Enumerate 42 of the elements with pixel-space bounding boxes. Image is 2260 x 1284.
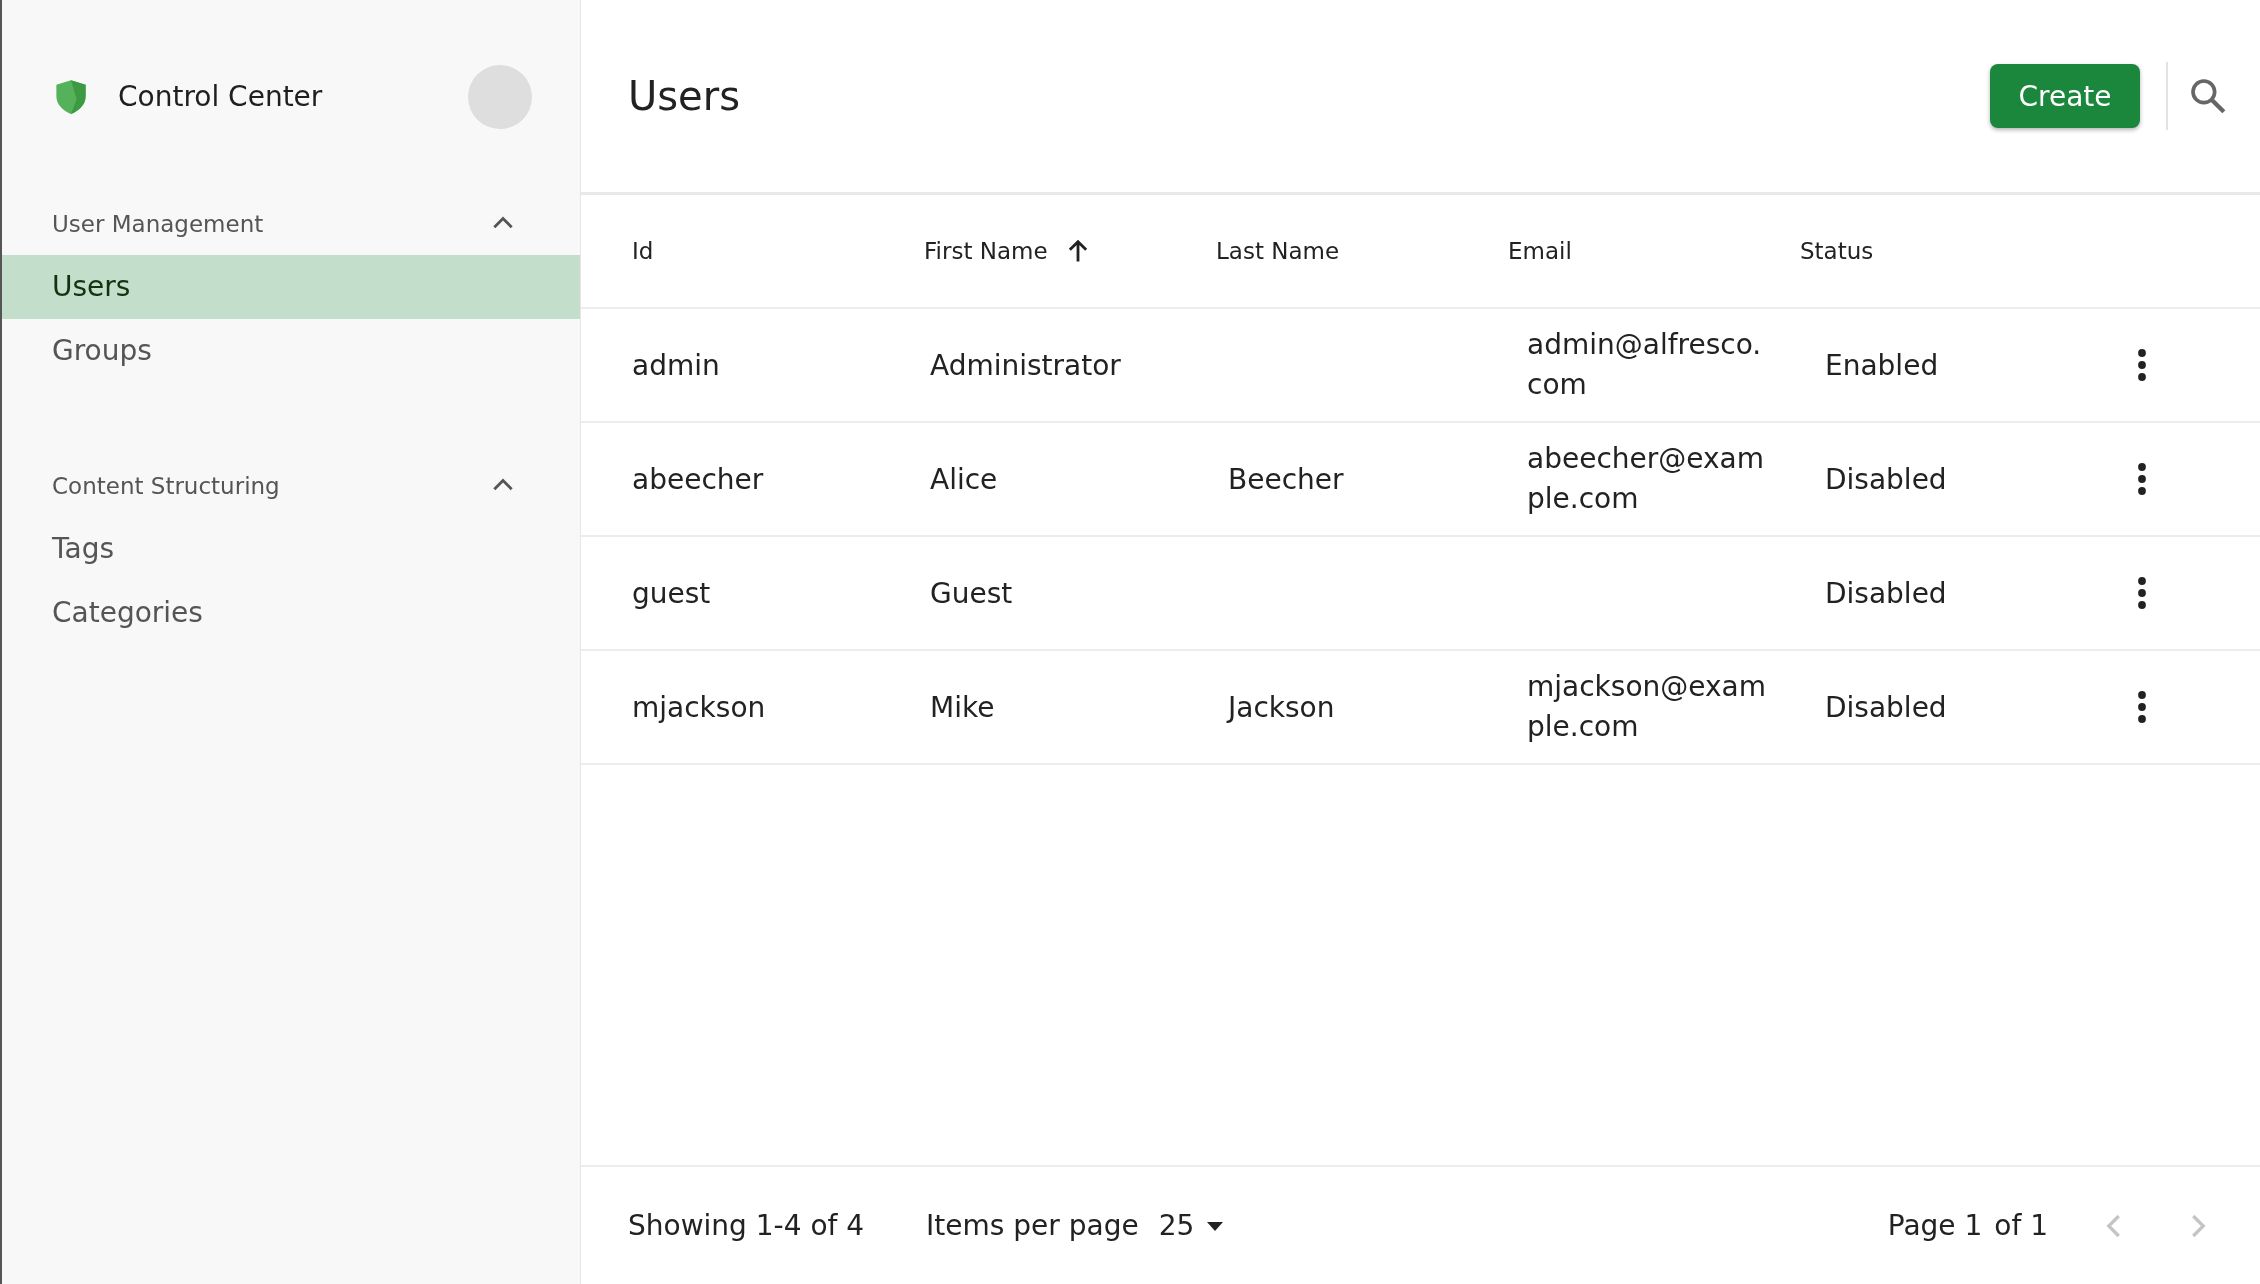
section-heading: User Management bbox=[52, 211, 264, 237]
section-heading: Content Structuring bbox=[52, 473, 280, 499]
more-options-icon[interactable] bbox=[2136, 461, 2148, 497]
column-header[interactable]: Id bbox=[632, 238, 654, 264]
table-cell-text: Enabled bbox=[1825, 348, 1940, 382]
more-options-icon[interactable] bbox=[2136, 575, 2148, 611]
table-cell-text: Disabled bbox=[1825, 690, 1948, 724]
more-options-icon[interactable] bbox=[2136, 689, 2148, 725]
column-header[interactable]: Email bbox=[1508, 238, 1572, 264]
page-indicator: Page 1 bbox=[1887, 1209, 1983, 1242]
table-cell-text: Mike bbox=[930, 690, 996, 724]
column-header[interactable]: First Name bbox=[924, 238, 1048, 264]
table-cell-text: abeecher@example.com bbox=[1527, 441, 1765, 517]
items-per-page-select[interactable]: 25 bbox=[1158, 1209, 1195, 1242]
create-button[interactable]: Create bbox=[1990, 64, 2140, 128]
table-cell-text: Beecher bbox=[1228, 462, 1345, 496]
result-summary: Showing 1-4 of 4 bbox=[628, 1209, 865, 1242]
table-cell-text: admin bbox=[632, 348, 721, 382]
sidebar-item[interactable]: Categories bbox=[2, 581, 580, 645]
items-per-page-label: Items per page bbox=[926, 1209, 1139, 1242]
table-cell-text: Guest bbox=[930, 576, 1014, 610]
table-cell-text: Disabled bbox=[1825, 462, 1948, 496]
sidebar-item[interactable]: Tags bbox=[2, 517, 580, 581]
table-cell-text: Alice bbox=[930, 462, 999, 496]
table-cell-text: Jackson bbox=[1228, 690, 1336, 724]
sidebar-item[interactable]: Groups bbox=[2, 319, 580, 383]
search-icon[interactable] bbox=[2188, 76, 2228, 116]
column-header[interactable]: Status bbox=[1800, 238, 1874, 264]
table-cell-text: Disabled bbox=[1825, 576, 1948, 610]
column-header[interactable]: Last Name bbox=[1216, 238, 1340, 264]
sidebar-item[interactable]: Users bbox=[2, 255, 580, 319]
more-options-icon[interactable] bbox=[2136, 347, 2148, 383]
table-cell-text: abeecher bbox=[632, 462, 765, 496]
page-title: Users bbox=[628, 73, 741, 119]
shield-logo-icon bbox=[54, 78, 88, 115]
table-cell-text: admin@alfresco.com bbox=[1527, 327, 1763, 403]
app-title: Control Center bbox=[118, 80, 324, 113]
table-cell-text: mjackson bbox=[632, 690, 767, 724]
table-cell-text: guest bbox=[632, 576, 712, 610]
table-cell-text: mjackson@example.com bbox=[1527, 669, 1768, 745]
table-cell-text: Administrator bbox=[930, 348, 1122, 382]
page-total: of 1 bbox=[1994, 1209, 2048, 1242]
